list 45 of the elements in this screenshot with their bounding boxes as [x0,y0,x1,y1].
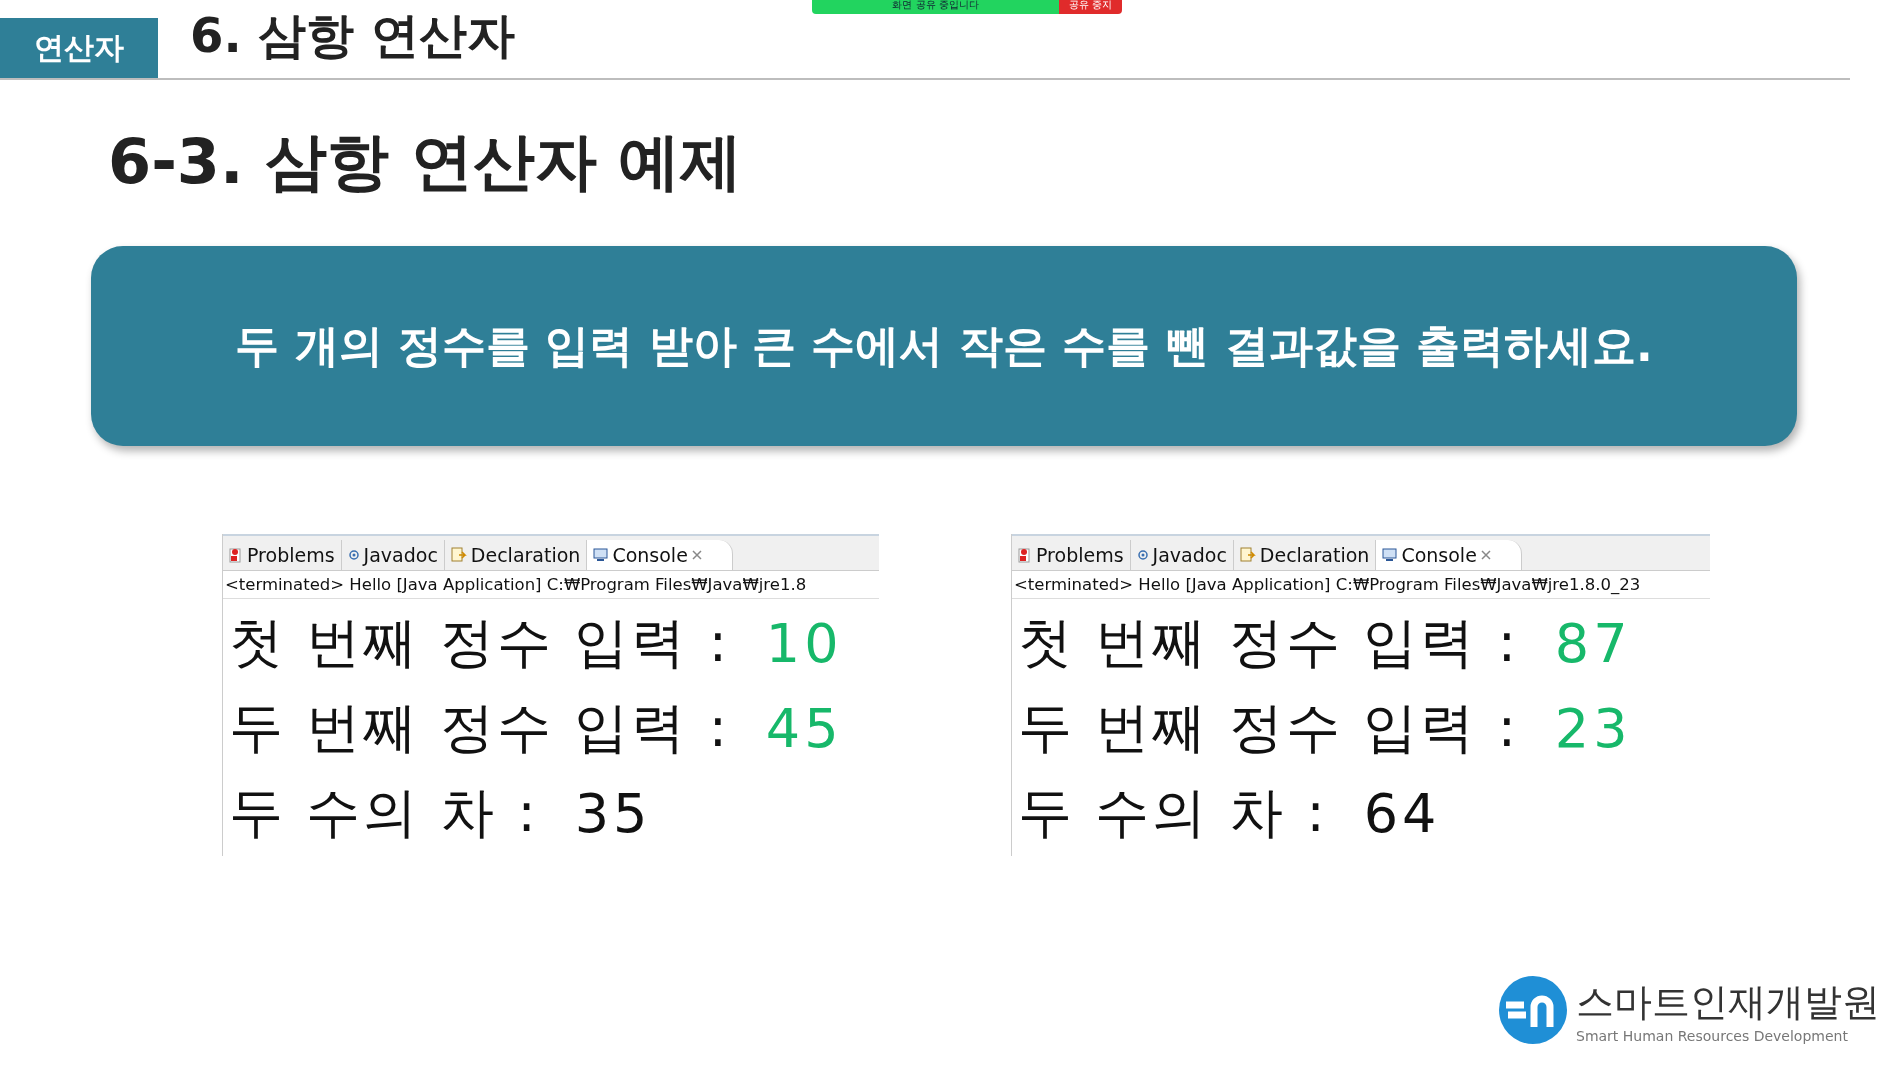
console-value: 35 [574,782,652,845]
console-value: 45 [765,697,843,760]
tab-label: Console [612,544,688,566]
task-banner: 두 개의 정수를 입력 받아 큰 수에서 작은 수를 뺀 결과값을 출력하세요. [91,246,1797,446]
monitor-icon [1382,548,1398,562]
subtitle: 6-3. 삼항 연산자 예제 [108,124,744,200]
view-tab[interactable]: Problems [223,540,342,570]
tab-label: Javadoc [363,544,438,566]
console-value: 87 [1554,612,1632,675]
declaration-icon [1239,547,1256,563]
tab-label: Problems [247,544,335,566]
view-tab[interactable]: Console [587,540,733,570]
problems-icon [1018,547,1032,563]
monitor-icon [593,548,609,562]
console-value: 23 [1554,697,1632,760]
view-tab[interactable]: Problems [1012,540,1131,570]
logo-tagline: Smart Human Resources Development [1576,1027,1849,1044]
section-tag: 연산자 [0,18,158,78]
tab-label: Javadoc [1152,544,1227,566]
share-status: 화면 공유 중입니다 [812,0,1060,14]
console-prompt: 두 수의 차 : [229,780,539,846]
tab-label: Declaration [1259,544,1370,566]
logo-name: 스마트인재개발원 [1576,978,1880,1026]
console-prompt: 두 수의 차 : [1018,780,1328,846]
console-value: 64 [1363,782,1441,845]
close-icon[interactable] [691,550,702,560]
console-prompt: 첫 번째 정수 입력 : [229,610,730,676]
tab-label: Declaration [470,544,581,566]
view-tab[interactable]: Javadoc [341,540,445,570]
problems-icon [229,547,243,563]
console-status: <terminated> Hello [Java Application] C:₩Program Files₩Java₩jre1.8.0_23 [1012,571,1710,599]
view-tab[interactable]: Javadoc [1130,540,1234,570]
console-value: 10 [765,612,843,675]
console-prompt: 첫 번째 정수 입력 : [1018,610,1519,676]
console-status: <terminated> Hello [Java Application] C:₩Program Files₩Java₩jre1.8 [223,571,879,599]
close-icon[interactable] [1480,550,1491,560]
slide-title: 6. 삼항 연산자 [190,6,516,65]
logo-icon [1498,975,1568,1045]
console-prompt: 두 번째 정수 입력 : [229,695,730,761]
stop-sharing-button[interactable]: 공유 중지 [1059,0,1122,14]
tab-label: Console [1401,544,1477,566]
tab-label: Problems [1036,544,1124,566]
console-prompt: 두 번째 정수 입력 : [1018,695,1519,761]
view-tab[interactable]: Console [1376,540,1522,570]
declaration-icon [450,547,467,563]
